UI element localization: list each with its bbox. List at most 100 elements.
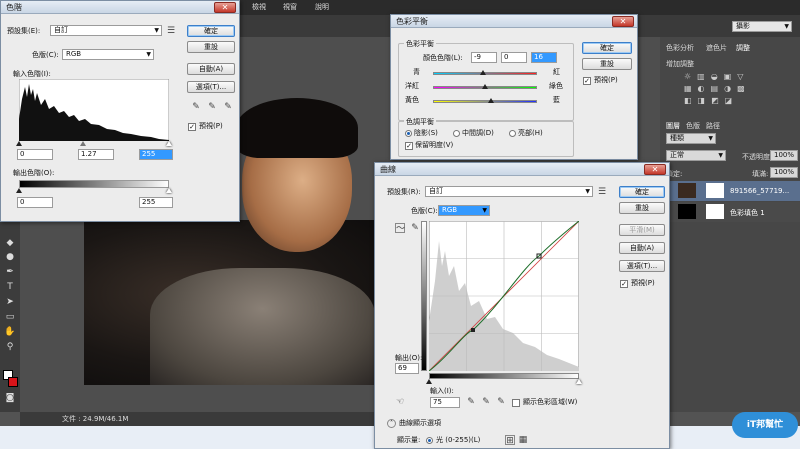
input-gamma-field[interactable]: 1.27 <box>78 149 114 160</box>
white-eyedropper-icon[interactable]: ✎ <box>496 397 506 407</box>
opacity-field[interactable]: 100% <box>770 150 798 161</box>
smooth-button[interactable]: 平滑(M) <box>619 224 665 236</box>
ok-button[interactable]: 確定 <box>582 42 632 54</box>
auto-button[interactable]: 自動(A) <box>619 242 665 254</box>
zoom-tool-icon[interactable]: ⚲ <box>3 341 17 353</box>
color-level-yellow-blue-field[interactable]: 16 <box>531 52 557 63</box>
output-black-slider[interactable] <box>16 188 22 193</box>
pencil-icon[interactable]: ✎ <box>410 223 420 233</box>
tab-layers[interactable]: 圖層 <box>666 121 680 131</box>
preview-checkbox[interactable]: ✓ <box>620 280 628 288</box>
close-icon[interactable]: ✕ <box>214 2 236 13</box>
auto-button[interactable]: 自動(A) <box>187 63 235 75</box>
menu-item-view[interactable]: 檢視 <box>252 3 266 12</box>
curve-edit-icon[interactable]: 〜 <box>395 223 405 234</box>
preset-menu-icon[interactable]: ☰ <box>166 26 176 36</box>
magenta-green-knob[interactable] <box>482 84 488 89</box>
layer-filter-select[interactable]: 種類 ▼ <box>666 133 716 144</box>
output-gradient-bar <box>421 221 427 371</box>
layer-row[interactable]: 色彩填色 1 <box>660 202 800 222</box>
black-eyedropper-icon[interactable]: ✎ <box>466 397 476 407</box>
text-tool-icon[interactable]: T <box>3 281 17 293</box>
tab-channels[interactable]: 色版 <box>686 121 700 131</box>
tab-color-analysis[interactable]: 色彩分析 <box>666 43 694 53</box>
shape-tool-icon[interactable]: ▭ <box>3 311 17 323</box>
detailed-grid-icon[interactable]: ▦ <box>518 435 528 445</box>
background-color-swatch[interactable] <box>8 377 18 387</box>
close-icon[interactable]: ✕ <box>644 164 666 175</box>
preset-label: 預設集(R): <box>387 188 421 196</box>
options-button[interactable]: 選項(T)... <box>619 260 665 272</box>
channel-select[interactable]: RGB ▼ <box>62 49 154 60</box>
preset-select[interactable]: 自訂 ▼ <box>425 186 593 197</box>
preserve-luminosity-label: 保留明度(V) <box>415 141 454 149</box>
black-point-slider[interactable] <box>426 379 432 384</box>
preview-label: 預視(P) <box>594 76 618 84</box>
preserve-luminosity-checkbox[interactable]: ✓ <box>405 142 413 150</box>
workspace-select[interactable]: 攝影 ▼ <box>732 21 792 32</box>
tab-paths[interactable]: 路徑 <box>706 121 720 131</box>
white-eyedropper-icon[interactable]: ✎ <box>223 102 233 112</box>
color-level-cyan-red-field[interactable]: -9 <box>471 52 497 63</box>
adjustment-icons-grid[interactable]: ☼▥◒▣▽ ▦◐▤◑▩ ◧◨◩◪ <box>684 71 782 111</box>
show-clipping-checkbox[interactable] <box>512 399 520 407</box>
curve-display-options-label[interactable]: 曲線顯示選項 <box>399 419 441 428</box>
layer-row[interactable]: 891566_57719... <box>660 181 800 201</box>
simple-grid-icon[interactable]: ⊞ <box>505 435 515 446</box>
expand-options-icon[interactable]: ˄ <box>387 419 396 428</box>
output-black-field[interactable]: 0 <box>17 197 53 208</box>
reset-button[interactable]: 重設 <box>619 202 665 214</box>
blur-tool-icon[interactable]: ◆ <box>3 237 17 249</box>
midtones-radio[interactable] <box>453 130 460 137</box>
quick-mask-icon[interactable]: ◙ <box>3 392 17 404</box>
color-level-magenta-green-field[interactable]: 0 <box>501 52 527 63</box>
ok-button[interactable]: 確定 <box>187 25 235 37</box>
options-button[interactable]: 選項(T)... <box>187 81 235 93</box>
input-white-slider[interactable] <box>166 141 172 146</box>
menu-item-window[interactable]: 視窗 <box>283 3 297 12</box>
levels-title: 色階 <box>6 3 22 12</box>
white-point-slider[interactable] <box>576 379 582 384</box>
cyan-red-knob[interactable] <box>480 70 486 75</box>
light-radio[interactable] <box>426 437 433 444</box>
ok-button[interactable]: 確定 <box>619 186 665 198</box>
curves-titlebar[interactable]: 曲線 ✕ <box>375 163 669 176</box>
shadows-radio[interactable] <box>405 130 412 137</box>
highlights-radio[interactable] <box>509 130 516 137</box>
input-white-field[interactable]: 255 <box>139 149 173 160</box>
pen-tool-icon[interactable]: ✒ <box>3 266 17 278</box>
tab-adjustments[interactable]: 調整 <box>736 43 750 53</box>
curves-graph[interactable] <box>429 221 579 371</box>
preview-checkbox[interactable]: ✓ <box>583 77 591 85</box>
target-adjust-icon[interactable]: ☜ <box>395 397 405 407</box>
input-field[interactable]: 75 <box>430 397 460 408</box>
yellow-blue-knob[interactable] <box>488 98 494 103</box>
gray-eyedropper-icon[interactable]: ✎ <box>481 397 491 407</box>
levels-titlebar[interactable]: 色階 ✕ <box>1 1 239 14</box>
path-select-icon[interactable]: ➤ <box>3 296 17 308</box>
preset-menu-icon[interactable]: ☰ <box>597 187 607 197</box>
input-black-field[interactable]: 0 <box>17 149 53 160</box>
fill-field[interactable]: 100% <box>770 167 798 178</box>
output-field[interactable]: 69 <box>395 363 419 374</box>
close-icon[interactable]: ✕ <box>612 16 634 27</box>
input-gamma-slider[interactable] <box>80 141 86 146</box>
preset-select[interactable]: 自訂 ▼ <box>50 25 162 36</box>
hand-tool-icon[interactable]: ✋ <box>3 326 17 338</box>
color-balance-titlebar[interactable]: 色彩平衡 ✕ <box>391 15 637 28</box>
gray-eyedropper-icon[interactable]: ✎ <box>207 102 217 112</box>
reset-button[interactable]: 重設 <box>187 41 235 53</box>
black-eyedropper-icon[interactable]: ✎ <box>191 102 201 112</box>
reset-button[interactable]: 重設 <box>582 58 632 70</box>
yellow-blue-slider[interactable] <box>433 100 537 103</box>
output-white-field[interactable]: 255 <box>139 197 173 208</box>
menu-item-help[interactable]: 說明 <box>315 3 329 12</box>
tab-masks[interactable]: 遮色片 <box>706 43 727 53</box>
dodge-tool-icon[interactable]: ● <box>3 251 17 263</box>
output-white-slider[interactable] <box>166 188 172 193</box>
preview-checkbox[interactable]: ✓ <box>188 123 196 131</box>
channel-select[interactable]: RGB ▼ <box>438 205 490 216</box>
input-black-slider[interactable] <box>16 141 22 146</box>
blend-mode-select[interactable]: 正常 ▼ <box>666 150 726 161</box>
layer-mask-thumbnail <box>706 204 724 219</box>
